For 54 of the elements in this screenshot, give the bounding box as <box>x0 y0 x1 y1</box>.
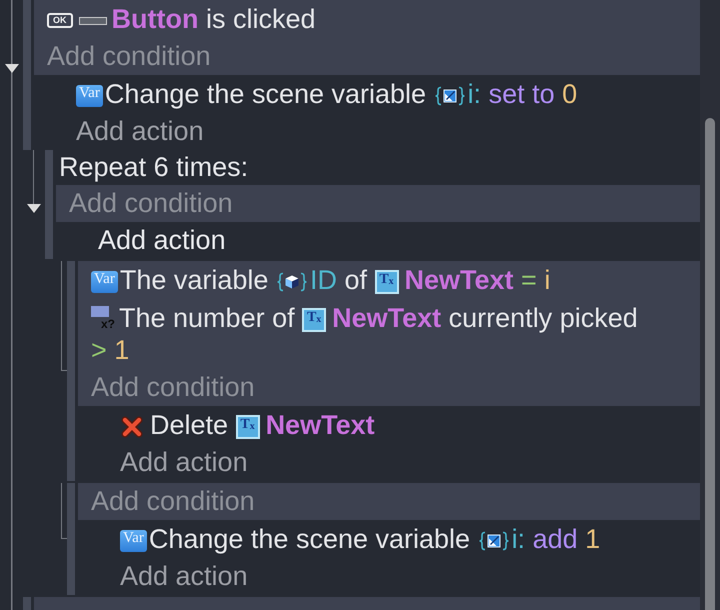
add-condition-link[interactable]: Add condition <box>69 188 233 218</box>
add-action-link[interactable]: Add action <box>98 225 226 255</box>
value-text[interactable]: i <box>544 265 550 295</box>
instruction-text: The variable <box>120 265 268 295</box>
add-condition-link[interactable]: Add condition <box>91 372 255 402</box>
instruction-text: Change the scene variable <box>148 524 470 554</box>
braces-picture-icon <box>434 86 466 106</box>
object-name[interactable]: NewText <box>404 265 514 295</box>
repeat-label: Repeat 6 times: <box>59 152 248 182</box>
instruction-text: The number of <box>119 303 295 333</box>
instruction-text: Change the scene variable <box>104 79 426 109</box>
caret-icon[interactable] <box>4 64 18 73</box>
ok-tag: OK <box>47 13 72 28</box>
value-text[interactable]: 1 <box>585 524 600 554</box>
operation-text[interactable]: set to <box>488 79 555 109</box>
text-object-tag: T$_{x}$ <box>374 270 398 294</box>
braces-cube-icon <box>276 272 308 292</box>
variable-name[interactable]: i: <box>468 79 482 109</box>
add-condition-link[interactable]: Add condition <box>91 486 255 516</box>
add-action-link[interactable]: Add action <box>76 116 204 146</box>
scrollbar-track[interactable] <box>700 0 720 610</box>
variable-name[interactable]: i: <box>512 524 526 554</box>
var-tag: Var <box>91 270 118 293</box>
operation-text[interactable]: add <box>532 524 578 554</box>
instruction-text: of <box>344 265 367 295</box>
drag-handle[interactable] <box>45 150 53 259</box>
object-name[interactable]: NewText <box>266 410 375 440</box>
variable-name[interactable]: ID <box>310 265 337 295</box>
drag-handle[interactable] <box>67 483 75 595</box>
add-action-link[interactable]: Add action <box>120 561 248 591</box>
operator-text[interactable]: = <box>521 265 537 295</box>
cross-icon <box>120 414 144 439</box>
instruction-text: is clicked <box>206 4 316 34</box>
object-name[interactable]: Button <box>112 4 198 34</box>
drag-handle[interactable] <box>23 597 31 610</box>
var-tag: Var <box>76 84 103 107</box>
object-name[interactable]: NewText <box>332 303 442 333</box>
add-condition-link[interactable]: Add condition <box>47 41 211 71</box>
drag-handle[interactable] <box>67 261 75 481</box>
button-shape-icon <box>78 16 106 25</box>
var-tag: Var <box>120 530 147 552</box>
drag-handle[interactable] <box>23 0 31 150</box>
value-text[interactable]: 0 <box>562 79 578 109</box>
braces-picture-icon <box>478 530 510 551</box>
value-text[interactable]: 1 <box>114 335 130 365</box>
operator-text[interactable]: > <box>91 335 107 365</box>
text-object-tag: T$_{x}$ <box>236 414 260 439</box>
text-object-tag: T$_{x}$ <box>302 308 326 332</box>
instruction-text: currently picked <box>448 303 638 333</box>
add-action-link[interactable]: Add action <box>120 447 248 477</box>
caret-icon[interactable] <box>26 204 40 213</box>
count-tag: x? <box>91 306 115 334</box>
scrollbar-thumb[interactable] <box>705 118 715 610</box>
instruction-text: Delete <box>150 410 228 440</box>
